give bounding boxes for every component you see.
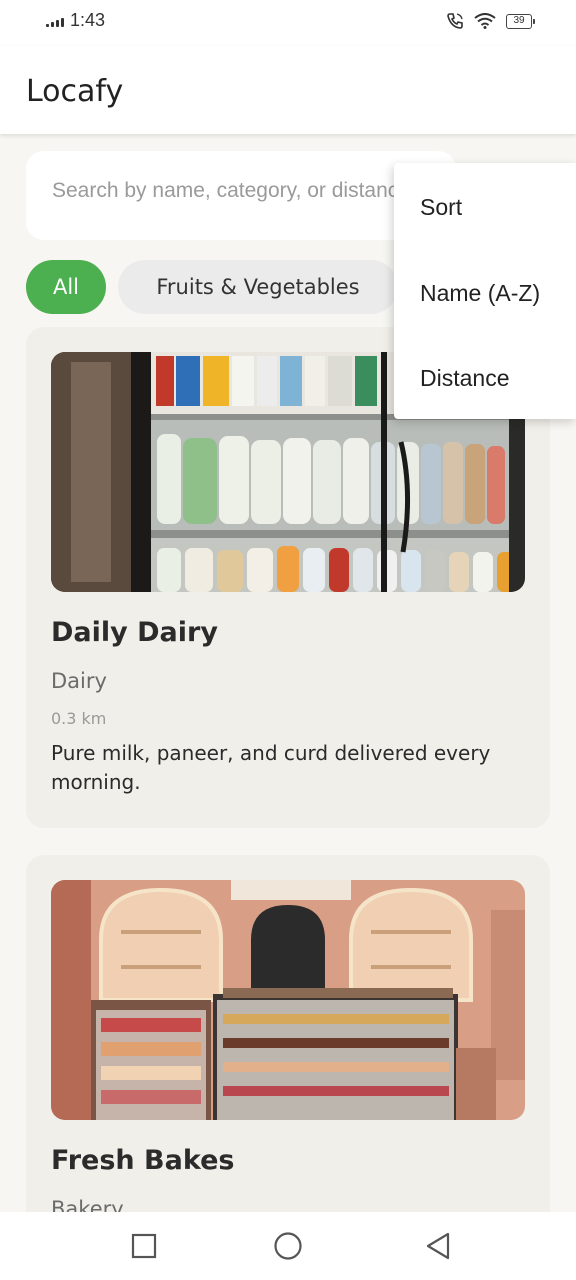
back-icon (426, 1232, 450, 1260)
store-description: Pure milk, paneer, and curd delivered ev… (51, 741, 491, 794)
bakery-display-photo (51, 880, 525, 1120)
recents-icon (131, 1233, 157, 1259)
sort-menu: Sort Name (A-Z) Distance (394, 163, 576, 419)
menu-item-name-az[interactable]: Name (A-Z) (394, 251, 576, 336)
chip-label: Fruits & Vegetables (156, 275, 360, 299)
app-title: Locafy (26, 74, 124, 109)
status-bar: 1:43 39 (0, 0, 576, 46)
chip-label: All (52, 275, 80, 299)
nav-bar (0, 1212, 576, 1280)
home-icon (274, 1232, 302, 1260)
menu-item-sort[interactable]: Sort (394, 165, 576, 250)
status-left: 1:43 (46, 10, 105, 31)
store-category: Dairy (51, 669, 107, 693)
store-name: Fresh Bakes (51, 1145, 235, 1176)
signal-icon (46, 15, 64, 27)
call-icon (447, 13, 463, 29)
store-card[interactable]: Fresh Bakes Bakery (26, 855, 550, 1255)
search-input[interactable] (52, 179, 442, 203)
battery-icon: 39 (506, 13, 535, 29)
back-button[interactable] (420, 1228, 456, 1264)
store-image (51, 880, 525, 1120)
battery-level: 39 (513, 14, 525, 26)
status-time: 1:43 (70, 10, 106, 30)
menu-item-distance[interactable]: Distance (394, 336, 576, 421)
wifi-icon (474, 13, 496, 29)
search-box[interactable] (26, 151, 456, 240)
store-name: Daily Dairy (51, 617, 218, 648)
app-bar: Locafy (0, 46, 576, 134)
recents-button[interactable] (126, 1228, 162, 1264)
status-right: 39 (446, 12, 535, 30)
chip-all[interactable]: All (26, 260, 106, 314)
chip-fruits-vegetables[interactable]: Fruits & Vegetables (118, 260, 398, 314)
home-button[interactable] (270, 1228, 306, 1264)
store-distance: 0.3 km (51, 709, 107, 728)
